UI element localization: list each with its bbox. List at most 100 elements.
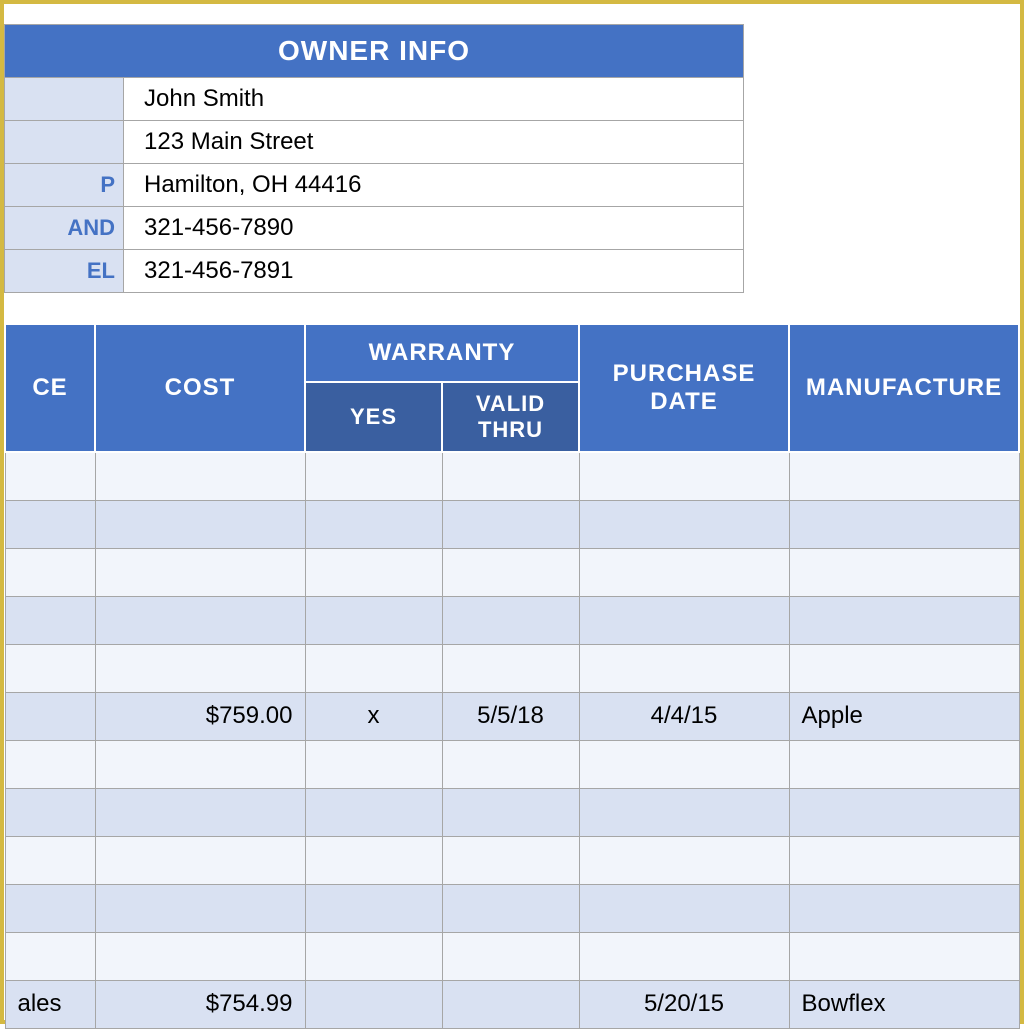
cell-price[interactable] bbox=[5, 740, 95, 788]
cell-valid[interactable] bbox=[442, 548, 579, 596]
cell-valid[interactable] bbox=[442, 932, 579, 980]
table-row[interactable] bbox=[5, 644, 1019, 692]
cell-purchase[interactable]: 4/4/15 bbox=[579, 692, 789, 740]
cell-cost[interactable] bbox=[95, 596, 305, 644]
owner-value-street[interactable]: 123 Main Street bbox=[124, 121, 744, 164]
owner-value-phone2[interactable]: 321-456-7891 bbox=[124, 250, 744, 293]
table-row[interactable]: ales$754.99 5/20/15Bowflex bbox=[5, 980, 1019, 1028]
owner-label-0 bbox=[4, 78, 124, 121]
cell-yes[interactable] bbox=[305, 980, 442, 1028]
cell-yes[interactable] bbox=[305, 548, 442, 596]
cell-manu[interactable]: Apple bbox=[789, 692, 1019, 740]
cell-yes[interactable] bbox=[305, 788, 442, 836]
cell-price[interactable] bbox=[5, 692, 95, 740]
cell-yes[interactable] bbox=[305, 452, 442, 500]
header-cost: COST bbox=[95, 324, 305, 452]
cell-manu[interactable] bbox=[789, 452, 1019, 500]
cell-yes[interactable] bbox=[305, 836, 442, 884]
cell-valid[interactable] bbox=[442, 836, 579, 884]
cell-purchase[interactable]: 5/20/15 bbox=[579, 980, 789, 1028]
cell-cost[interactable]: $759.00 bbox=[95, 692, 305, 740]
cell-manu[interactable] bbox=[789, 644, 1019, 692]
table-row[interactable] bbox=[5, 548, 1019, 596]
cell-purchase[interactable] bbox=[579, 884, 789, 932]
cell-valid[interactable] bbox=[442, 740, 579, 788]
table-row[interactable] bbox=[5, 932, 1019, 980]
owner-label-1 bbox=[4, 121, 124, 164]
cell-manu[interactable] bbox=[789, 836, 1019, 884]
cell-manu[interactable] bbox=[789, 932, 1019, 980]
table-row[interactable] bbox=[5, 596, 1019, 644]
cell-purchase[interactable] bbox=[579, 932, 789, 980]
owner-value-phone1[interactable]: 321-456-7890 bbox=[124, 207, 744, 250]
cell-purchase[interactable] bbox=[579, 788, 789, 836]
table-body: $759.00x5/5/184/4/15Apple ales$754.99 5/2… bbox=[5, 452, 1019, 1028]
cell-valid[interactable] bbox=[442, 884, 579, 932]
cell-price[interactable] bbox=[5, 452, 95, 500]
cell-manu[interactable] bbox=[789, 788, 1019, 836]
table-row[interactable] bbox=[5, 452, 1019, 500]
owner-info-header: OWNER INFO bbox=[4, 24, 744, 78]
cell-valid[interactable] bbox=[442, 452, 579, 500]
cell-valid[interactable]: 5/5/18 bbox=[442, 692, 579, 740]
cell-manu[interactable] bbox=[789, 884, 1019, 932]
cell-yes[interactable] bbox=[305, 740, 442, 788]
cell-manu[interactable] bbox=[789, 596, 1019, 644]
cell-purchase[interactable] bbox=[579, 596, 789, 644]
table-row[interactable] bbox=[5, 884, 1019, 932]
cell-price[interactable] bbox=[5, 788, 95, 836]
cell-price[interactable] bbox=[5, 596, 95, 644]
cell-cost[interactable] bbox=[95, 740, 305, 788]
cell-price[interactable] bbox=[5, 932, 95, 980]
table-row[interactable] bbox=[5, 836, 1019, 884]
cell-manu[interactable] bbox=[789, 548, 1019, 596]
owner-info-section: OWNER INFO John Smith 123 Main Street P … bbox=[4, 24, 1020, 293]
table-row[interactable]: $759.00x5/5/184/4/15Apple bbox=[5, 692, 1019, 740]
cell-cost[interactable] bbox=[95, 548, 305, 596]
cell-yes[interactable]: x bbox=[305, 692, 442, 740]
cell-purchase[interactable] bbox=[579, 452, 789, 500]
cell-cost[interactable] bbox=[95, 836, 305, 884]
cell-purchase[interactable] bbox=[579, 644, 789, 692]
owner-label-4: EL bbox=[4, 250, 124, 293]
cell-yes[interactable] bbox=[305, 500, 442, 548]
cell-valid[interactable] bbox=[442, 596, 579, 644]
cell-valid[interactable] bbox=[442, 644, 579, 692]
cell-price[interactable] bbox=[5, 644, 95, 692]
cell-price[interactable]: ales bbox=[5, 980, 95, 1028]
cell-manu[interactable] bbox=[789, 500, 1019, 548]
cell-cost[interactable]: $754.99 bbox=[95, 980, 305, 1028]
cell-price[interactable] bbox=[5, 548, 95, 596]
cell-purchase[interactable] bbox=[579, 500, 789, 548]
cell-price[interactable] bbox=[5, 500, 95, 548]
cell-price[interactable] bbox=[5, 884, 95, 932]
owner-value-city[interactable]: Hamilton, OH 44416 bbox=[124, 164, 744, 207]
inventory-table: CE COST WARRANTY PURCHASE DATE MANUFACTU… bbox=[4, 323, 1020, 1029]
cell-cost[interactable] bbox=[95, 788, 305, 836]
cell-manu[interactable]: Bowflex bbox=[789, 980, 1019, 1028]
table-row[interactable] bbox=[5, 740, 1019, 788]
cell-cost[interactable] bbox=[95, 500, 305, 548]
cell-purchase[interactable] bbox=[579, 740, 789, 788]
cell-valid[interactable] bbox=[442, 788, 579, 836]
table-row[interactable] bbox=[5, 788, 1019, 836]
owner-label-2: P bbox=[4, 164, 124, 207]
cell-valid[interactable] bbox=[442, 980, 579, 1028]
cell-purchase[interactable] bbox=[579, 548, 789, 596]
cell-cost[interactable] bbox=[95, 932, 305, 980]
cell-yes[interactable] bbox=[305, 596, 442, 644]
header-price: CE bbox=[5, 324, 95, 452]
cell-cost[interactable] bbox=[95, 644, 305, 692]
table-row[interactable] bbox=[5, 500, 1019, 548]
cell-price[interactable] bbox=[5, 836, 95, 884]
owner-value-name[interactable]: John Smith bbox=[124, 78, 744, 121]
cell-yes[interactable] bbox=[305, 932, 442, 980]
cell-manu[interactable] bbox=[789, 740, 1019, 788]
cell-valid[interactable] bbox=[442, 500, 579, 548]
cell-yes[interactable] bbox=[305, 884, 442, 932]
cell-yes[interactable] bbox=[305, 644, 442, 692]
cell-cost[interactable] bbox=[95, 884, 305, 932]
cell-purchase[interactable] bbox=[579, 836, 789, 884]
cell-cost[interactable] bbox=[95, 452, 305, 500]
header-warranty-yes: YES bbox=[305, 382, 442, 452]
